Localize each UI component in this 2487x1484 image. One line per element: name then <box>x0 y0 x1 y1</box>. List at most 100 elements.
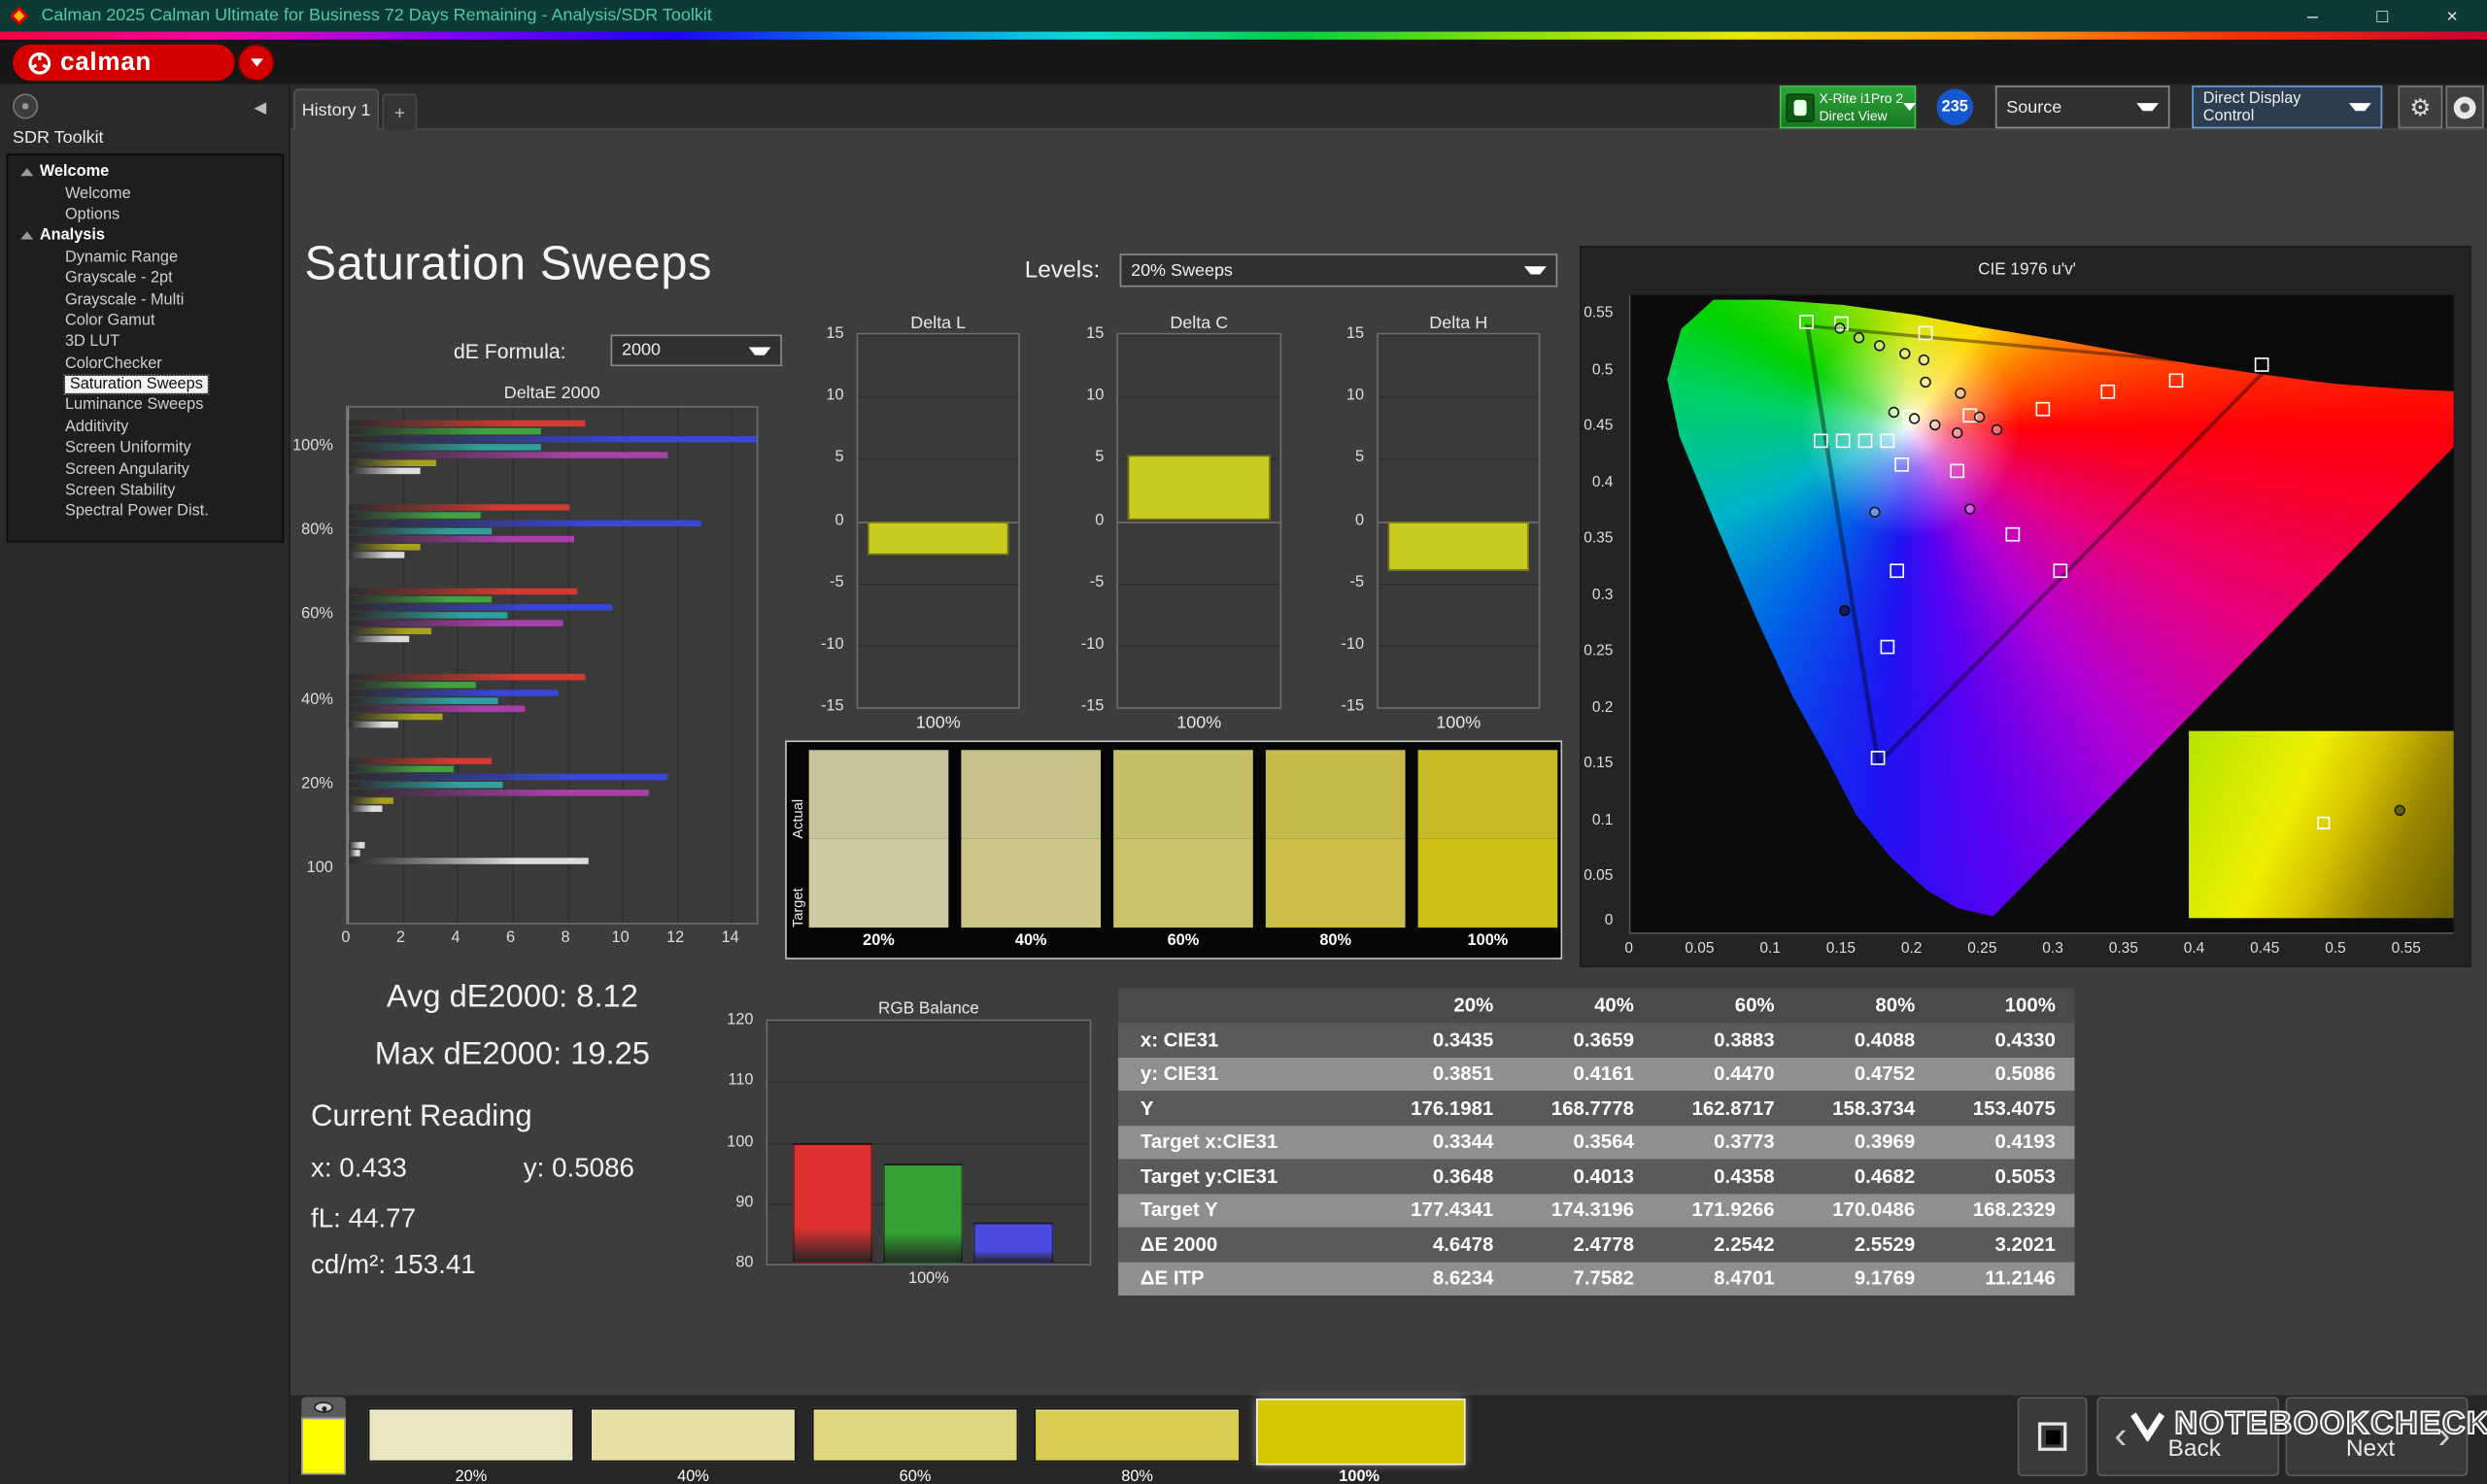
delta-h-chart <box>1377 332 1541 709</box>
delta-c-y-axis: 15 10 5 0 -5 -10 -15 <box>1056 325 1110 716</box>
patch-100[interactable] <box>1256 1398 1466 1466</box>
sidebar: ◀ SDR Toolkit Welcome Welcome Options Analy… <box>0 84 290 1484</box>
chevron-right-icon: › <box>2437 1414 2451 1458</box>
sidebar-item-welcome[interactable]: Welcome <box>8 183 282 204</box>
calman-logo[interactable]: calman <box>13 44 235 82</box>
bar <box>349 512 481 520</box>
axis-tick-label: 0.15 <box>1825 940 1856 959</box>
maximize-button[interactable]: □ <box>2347 0 2417 32</box>
axis-tick-label: 110 <box>728 1072 754 1091</box>
sidebar-item-options[interactable]: Options <box>8 204 282 225</box>
settings-button[interactable]: ⚙ <box>2398 85 2443 129</box>
de-formula-dropdown[interactable]: 2000 <box>610 334 782 367</box>
gridline <box>732 407 733 924</box>
meter-mode: Direct View <box>1819 107 1888 123</box>
sidebar-group-analysis[interactable]: Analysis <box>8 225 282 247</box>
patch-label: 60% <box>899 1467 932 1484</box>
swatch-target <box>808 838 949 928</box>
gridline <box>1118 707 1280 709</box>
axis-tick-label: 10 <box>1086 387 1105 405</box>
bar <box>349 858 589 864</box>
delta-c-chart <box>1116 332 1282 709</box>
pattern-window-button[interactable] <box>2017 1397 2088 1476</box>
patch-60[interactable] <box>811 1407 1019 1463</box>
bar <box>349 552 404 558</box>
bar <box>349 536 574 543</box>
patch-label: 80% <box>1121 1467 1153 1484</box>
deltae-chart <box>345 405 759 925</box>
value-cell: 8.4701 <box>1714 1266 1775 1290</box>
measurement-marker <box>1992 423 2003 435</box>
sidebar-item-label: ColorChecker <box>64 354 162 373</box>
sidebar-item-color-gamut[interactable]: Color Gamut <box>8 311 282 332</box>
delta-h-y-axis: 15 10 5 0 -5 -10 -15 <box>1316 325 1371 716</box>
value-cell: 9.1769 <box>1854 1266 1916 1290</box>
sidebar-collapse-button[interactable]: ◀ <box>246 93 274 121</box>
sidebar-item-screen-uniformity[interactable]: Screen Uniformity <box>8 438 282 459</box>
swatch-actual <box>1417 750 1558 839</box>
tab-history-1[interactable]: History 1 <box>293 88 380 130</box>
sidebar-item-additivity[interactable]: Additivity <box>8 417 282 438</box>
sidebar-group-welcome[interactable]: Welcome <box>8 162 282 184</box>
measurement-marker <box>1918 354 1929 366</box>
sidebar-item-3d-lut[interactable]: 3D LUT <box>8 331 282 353</box>
measurement-marker <box>1908 413 1920 424</box>
source-dropdown[interactable]: Source <box>1994 85 2170 129</box>
axis-tick-label: 0 <box>835 511 844 529</box>
delta-l-title: Delta L <box>910 314 967 333</box>
sidebar-item-screen-angularity[interactable]: Screen Angularity <box>8 459 282 481</box>
workflow-options-button[interactable] <box>13 93 39 119</box>
tree-expand-icon[interactable] <box>20 168 34 177</box>
display-control-dropdown[interactable]: Direct Display Control <box>2192 85 2383 129</box>
bar <box>349 459 437 466</box>
help-button[interactable] <box>2445 85 2484 129</box>
sidebar-item-label: Dynamic Range <box>64 248 179 266</box>
next-button[interactable]: Next › <box>2285 1397 2469 1476</box>
quick-color-patch[interactable] <box>301 1417 346 1475</box>
axis-tick-label: 80% <box>301 522 333 540</box>
measurement-marker <box>1833 322 1846 334</box>
levels-dropdown[interactable]: 20% Sweeps <box>1119 253 1558 287</box>
axis-tick-label: 0.55 <box>2391 940 2421 959</box>
close-button[interactable]: × <box>2417 0 2487 32</box>
value-cell: 174.3196 <box>1550 1198 1634 1222</box>
sidebar-item-spectral-power-dist[interactable]: Spectral Power Dist. <box>8 501 282 523</box>
value-cell: 162.8717 <box>1691 1096 1775 1120</box>
add-tab-button[interactable]: + <box>382 93 418 130</box>
swatch-cell-80 <box>1265 750 1406 928</box>
tree-expand-icon[interactable] <box>20 231 34 241</box>
measurement-marker <box>1898 348 1911 359</box>
sidebar-item-screen-stability[interactable]: Screen Stability <box>8 480 282 501</box>
minimize-button[interactable]: – <box>2277 0 2347 32</box>
axis-tick-label: 60% <box>301 606 333 624</box>
sidebar-item-grayscale-multi[interactable]: Grayscale - Multi <box>8 289 282 311</box>
gridline <box>512 407 514 924</box>
logo-menu-button[interactable] <box>237 44 275 82</box>
bar <box>349 467 421 475</box>
patch-20[interactable] <box>367 1407 575 1463</box>
axis-tick-label: 0.35 <box>2108 940 2138 959</box>
delta-l-x-label: 100% <box>915 713 961 733</box>
meter-dropdown[interactable]: X-Rite i1Pro 2 Direct View <box>1779 85 1917 129</box>
bar <box>349 604 613 612</box>
cie-diagram-panel: CIE 1976 u'v' 0.55 0.5 0.45 0.4 0.35 0.3 0.25 0… <box>1580 246 2471 967</box>
sidebar-item-grayscale-2pt[interactable]: Grayscale - 2pt <box>8 268 282 289</box>
axis-tick-label: 4 <box>451 928 460 947</box>
de-formula-label: dE Formula: <box>453 339 566 363</box>
sidebar-item-colorchecker[interactable]: ColorChecker <box>8 353 282 374</box>
sidebar-item-label: Screen Angularity <box>64 460 189 479</box>
gridline <box>1378 458 1539 461</box>
sidebar-item-saturation-sweeps[interactable]: Saturation Sweeps <box>8 374 282 395</box>
value-cell: 0.3851 <box>1432 1062 1494 1086</box>
patch-80[interactable] <box>1034 1407 1241 1463</box>
patch-preview-tab[interactable] <box>301 1397 346 1418</box>
gridline <box>858 707 1018 709</box>
sidebar-item-luminance-sweeps[interactable]: Luminance Sweeps <box>8 395 282 417</box>
table-row-y-cie31: y: CIE31 0.3851 0.4161 0.4470 0.4752 0.5086 <box>1118 1057 2075 1092</box>
back-button[interactable]: ‹ Back <box>2096 1397 2280 1476</box>
title-bar[interactable]: Calman 2025 Calman Ultimate for Business… <box>0 0 2487 32</box>
table-row-target-x-cie31: Target x:CIE31 0.3344 0.3564 0.3773 0.3969 0.… <box>1118 1125 2075 1160</box>
sidebar-item-dynamic-range[interactable]: Dynamic Range <box>8 247 282 268</box>
value-cell: 4.6478 <box>1432 1232 1494 1256</box>
patch-40[interactable] <box>590 1407 797 1463</box>
